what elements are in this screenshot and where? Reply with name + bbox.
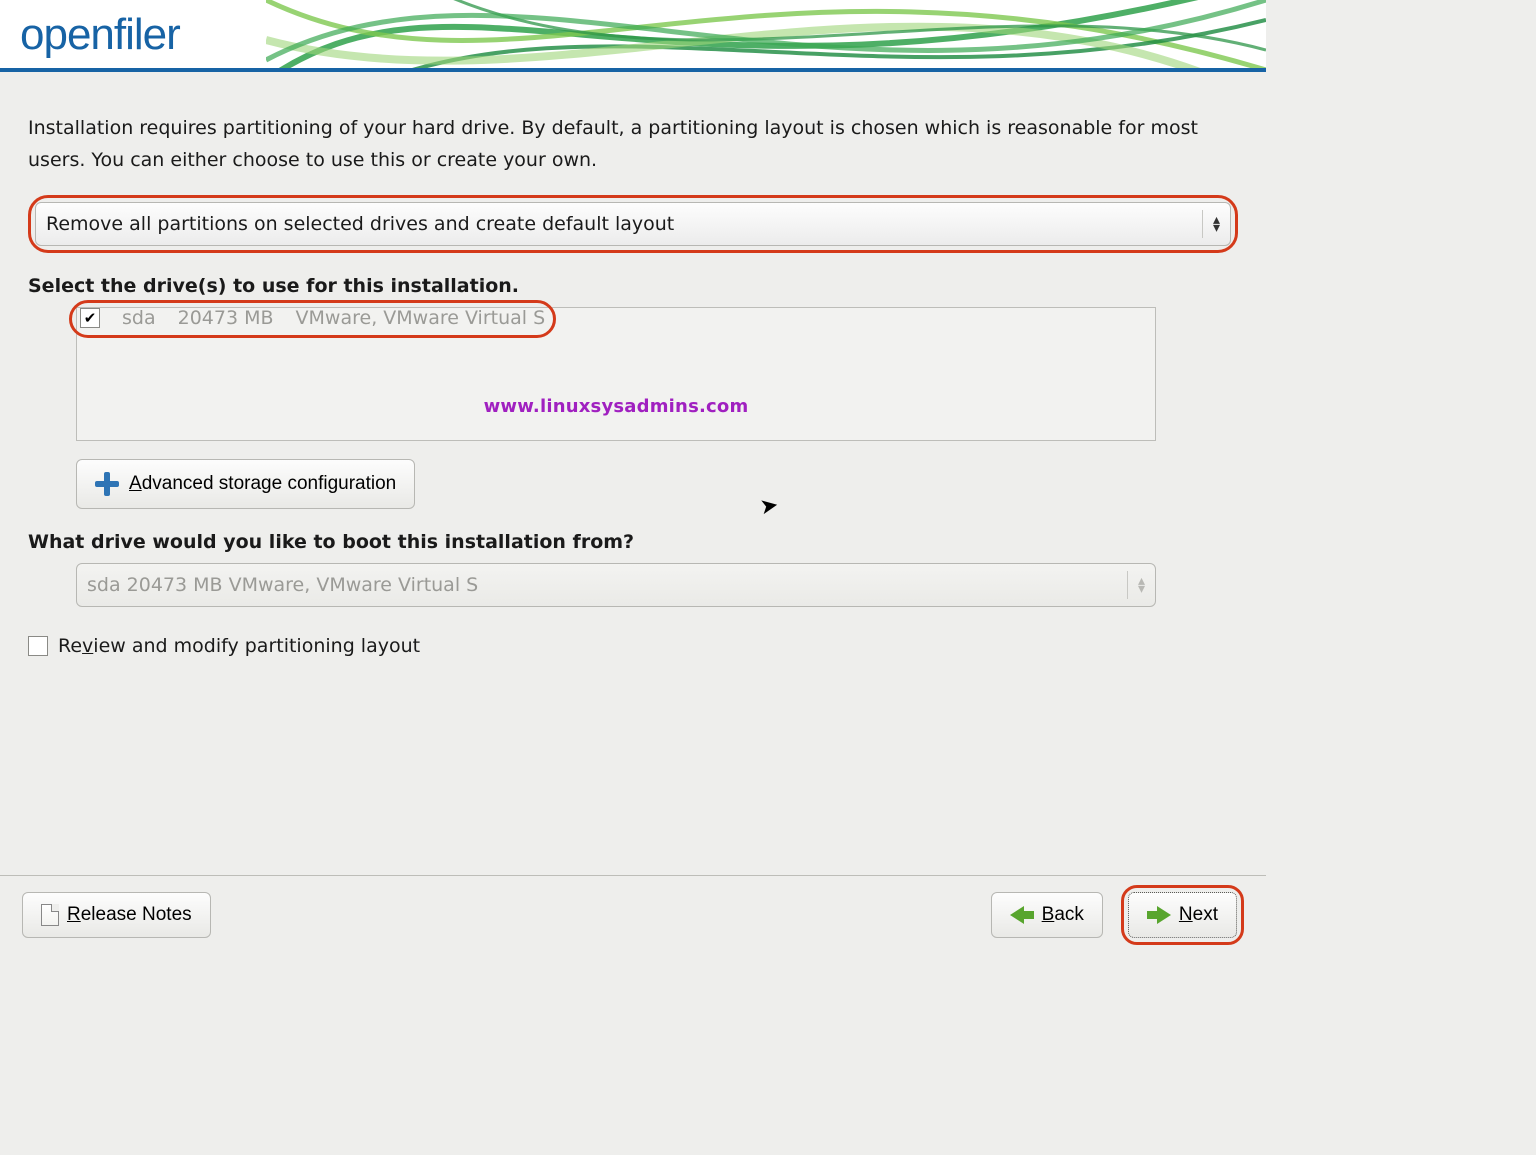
release-notes-label: Release Notes bbox=[67, 904, 192, 926]
boot-drive-dropdown[interactable]: sda 20473 MB VMware, VMware Virtual S ▴▾ bbox=[76, 563, 1156, 607]
partition-layout-selected: Remove all partitions on selected drives… bbox=[36, 213, 1202, 235]
select-drives-label: Select the drive(s) to use for this inst… bbox=[28, 275, 1238, 297]
boot-drive-selected: sda 20473 MB VMware, VMware Virtual S bbox=[77, 574, 1127, 596]
footer-bar: Release Notes Back Next bbox=[0, 875, 1266, 953]
back-button[interactable]: Back bbox=[991, 892, 1103, 938]
release-notes-button[interactable]: Release Notes bbox=[22, 892, 211, 938]
partition-layout-dropdown[interactable]: Remove all partitions on selected drives… bbox=[35, 202, 1231, 246]
drive-name: sda bbox=[122, 307, 156, 329]
updown-icon: ▴▾ bbox=[1127, 571, 1155, 599]
document-icon bbox=[41, 904, 59, 926]
updown-icon: ▴▾ bbox=[1202, 210, 1230, 238]
arrow-right-icon bbox=[1147, 906, 1171, 924]
review-checkbox[interactable] bbox=[28, 636, 48, 656]
intro-text: Installation requires partitioning of yo… bbox=[28, 112, 1238, 177]
next-button-highlight: Next bbox=[1121, 885, 1244, 945]
layout-dropdown-highlight: Remove all partitions on selected drives… bbox=[28, 195, 1238, 253]
drive-list[interactable]: ✔ sda 20473 MB VMware, VMware Virtual S … bbox=[76, 307, 1156, 441]
advanced-storage-button[interactable]: Advanced storage configuration bbox=[76, 459, 415, 509]
boot-drive-label: What drive would you like to boot this i… bbox=[28, 531, 1238, 553]
drive-model: VMware, VMware Virtual S bbox=[296, 307, 546, 329]
header-banner: openfiler bbox=[0, 0, 1266, 72]
watermark-text: www.linuxsysadmins.com bbox=[484, 396, 749, 417]
arrow-left-icon bbox=[1010, 906, 1034, 924]
drive-row-highlight: ✔ sda 20473 MB VMware, VMware Virtual S bbox=[69, 300, 556, 338]
review-partitioning-row: Review and modify partitioning layout bbox=[28, 635, 1238, 657]
drive-size: 20473 MB bbox=[178, 307, 274, 329]
drive-checkbox[interactable]: ✔ bbox=[80, 308, 100, 328]
advanced-storage-label: Advanced storage configuration bbox=[129, 473, 396, 495]
plus-icon bbox=[95, 472, 119, 496]
app-logo: openfiler bbox=[20, 10, 180, 60]
decorative-swirls bbox=[266, 0, 1266, 72]
review-label[interactable]: Review and modify partitioning layout bbox=[58, 635, 420, 657]
back-label: Back bbox=[1042, 904, 1084, 926]
next-label: Next bbox=[1179, 904, 1218, 926]
next-button[interactable]: Next bbox=[1128, 892, 1237, 938]
main-content: Installation requires partitioning of yo… bbox=[0, 72, 1266, 657]
